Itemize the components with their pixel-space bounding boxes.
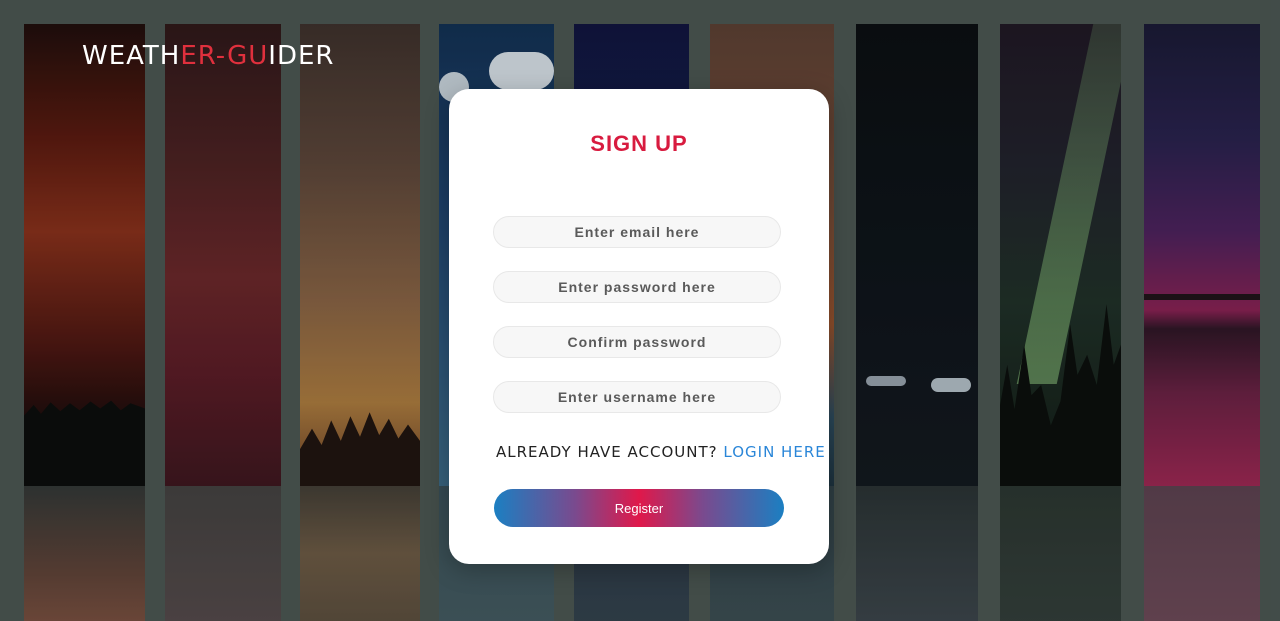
register-button[interactable]: Register xyxy=(494,489,784,527)
signup-card: SIGN UP ALREADY HAVE ACCOUNT? LOGIN HERE… xyxy=(449,89,829,564)
confirm-password-input[interactable] xyxy=(493,326,781,358)
background-photo-strip xyxy=(24,24,145,621)
logo-text-part1: WEATH xyxy=(82,41,181,71)
account-prompt-text: ALREADY HAVE ACCOUNT? xyxy=(496,443,718,461)
app-logo[interactable]: WEATHER-GUIDER xyxy=(82,41,334,71)
background-photo-strip xyxy=(1144,24,1260,621)
logo-text-part3: IDER xyxy=(268,41,335,71)
signup-title: SIGN UP xyxy=(590,131,688,156)
password-input[interactable] xyxy=(493,271,781,303)
username-input[interactable] xyxy=(493,381,781,413)
email-input[interactable] xyxy=(493,216,781,248)
background-photo-strip xyxy=(856,24,978,621)
background-photo-strip xyxy=(165,24,281,621)
background-photo-strip xyxy=(300,24,420,621)
login-link[interactable]: LOGIN HERE xyxy=(723,443,825,461)
login-prompt: ALREADY HAVE ACCOUNT? LOGIN HERE xyxy=(496,443,826,461)
logo-text-accent: ER-GU xyxy=(180,41,269,71)
background-photo-strip xyxy=(1000,24,1121,621)
